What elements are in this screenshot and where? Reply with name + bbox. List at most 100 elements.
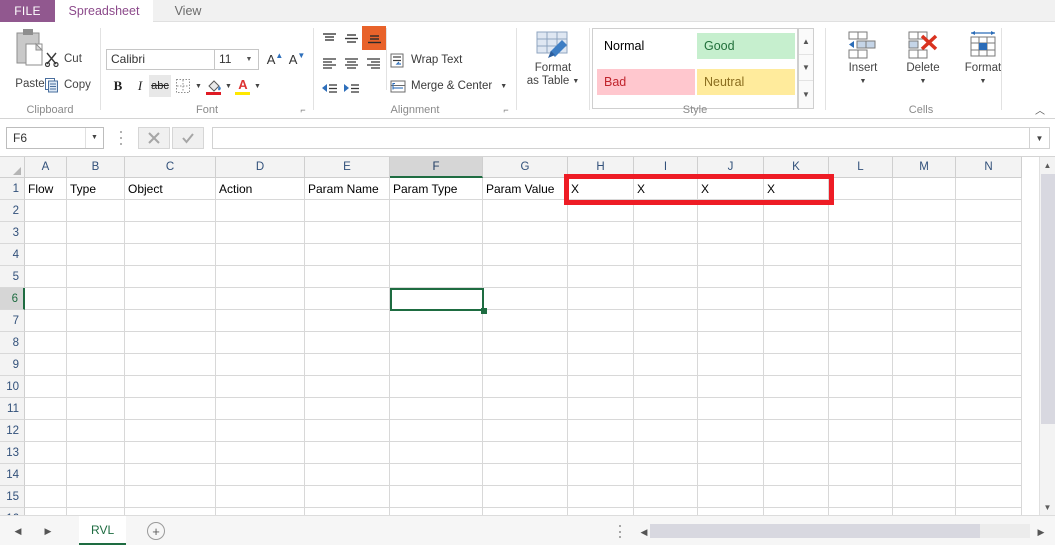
row-header-14[interactable]: 14: [0, 464, 25, 486]
cell-g1[interactable]: Param Value: [483, 178, 568, 200]
cell-h10[interactable]: [568, 376, 634, 398]
cell-k1[interactable]: X: [764, 178, 829, 200]
format-button[interactable]: Format ▼: [954, 30, 1012, 88]
cell-n9[interactable]: [956, 354, 1022, 376]
chevron-down-icon[interactable]: ▼: [980, 75, 987, 88]
scroll-down-icon[interactable]: ▼: [1040, 499, 1055, 515]
name-box[interactable]: F6 ▼: [6, 127, 104, 149]
cell-a16[interactable]: [25, 508, 67, 515]
borders-button[interactable]: [172, 75, 194, 97]
cell-e2[interactable]: [305, 200, 390, 222]
cell-k11[interactable]: [764, 398, 829, 420]
cell-d10[interactable]: [216, 376, 305, 398]
cell-h15[interactable]: [568, 486, 634, 508]
italic-button[interactable]: I: [129, 75, 151, 97]
cell-j3[interactable]: [698, 222, 764, 244]
cell-f7[interactable]: [390, 310, 483, 332]
cell-c1[interactable]: Object: [125, 178, 216, 200]
cell-e9[interactable]: [305, 354, 390, 376]
cell-h7[interactable]: [568, 310, 634, 332]
cell-l7[interactable]: [829, 310, 893, 332]
cell-c2[interactable]: [125, 200, 216, 222]
align-right-button[interactable]: [362, 53, 384, 73]
gallery-scroll-down-icon[interactable]: ▼: [799, 55, 813, 81]
cell-n1[interactable]: [956, 178, 1022, 200]
expand-formula-bar-button[interactable]: ▼: [1030, 127, 1050, 149]
row-header-13[interactable]: 13: [0, 442, 25, 464]
cell-c6[interactable]: [125, 288, 216, 310]
cell-d15[interactable]: [216, 486, 305, 508]
cell-f14[interactable]: [390, 464, 483, 486]
format-as-table-button[interactable]: Format as Table ▼: [521, 30, 585, 88]
cancel-formula-button[interactable]: [138, 127, 170, 149]
cell-h6[interactable]: [568, 288, 634, 310]
gallery-scroll-up-icon[interactable]: ▲: [799, 29, 813, 55]
cell-j8[interactable]: [698, 332, 764, 354]
cell-f10[interactable]: [390, 376, 483, 398]
cell-i1[interactable]: X: [634, 178, 698, 200]
cell-m5[interactable]: [893, 266, 956, 288]
column-header-k[interactable]: K: [764, 157, 829, 178]
cell-b12[interactable]: [67, 420, 125, 442]
cell-g2[interactable]: [483, 200, 568, 222]
cell-e5[interactable]: [305, 266, 390, 288]
cell-e13[interactable]: [305, 442, 390, 464]
horizontal-scrollbar[interactable]: [650, 524, 1030, 538]
cell-f8[interactable]: [390, 332, 483, 354]
cell-l10[interactable]: [829, 376, 893, 398]
cell-i13[interactable]: [634, 442, 698, 464]
cell-n12[interactable]: [956, 420, 1022, 442]
cell-e1[interactable]: Param Name: [305, 178, 390, 200]
row-header-16[interactable]: 16: [0, 508, 25, 515]
alignment-dialog-launcher[interactable]: ⌐: [500, 104, 512, 116]
style-bad[interactable]: Bad: [597, 69, 695, 95]
cell-d1[interactable]: Action: [216, 178, 305, 200]
cell-l15[interactable]: [829, 486, 893, 508]
cell-f3[interactable]: [390, 222, 483, 244]
cell-m7[interactable]: [893, 310, 956, 332]
cut-button[interactable]: Cut: [44, 48, 82, 70]
file-tab[interactable]: FILE: [0, 0, 55, 22]
cell-d2[interactable]: [216, 200, 305, 222]
previous-sheet-button[interactable]: ◀: [8, 522, 28, 540]
cell-g14[interactable]: [483, 464, 568, 486]
cell-k5[interactable]: [764, 266, 829, 288]
cell-l1[interactable]: [829, 178, 893, 200]
cell-e8[interactable]: [305, 332, 390, 354]
row-header-4[interactable]: 4: [0, 244, 25, 266]
cell-f1[interactable]: Param Type: [390, 178, 483, 200]
cell-i11[interactable]: [634, 398, 698, 420]
cell-c8[interactable]: [125, 332, 216, 354]
cell-i9[interactable]: [634, 354, 698, 376]
cell-g8[interactable]: [483, 332, 568, 354]
cell-h13[interactable]: [568, 442, 634, 464]
cell-b1[interactable]: Type: [67, 178, 125, 200]
column-header-e[interactable]: E: [305, 157, 390, 178]
chevron-down-icon[interactable]: ▼: [500, 83, 507, 90]
cell-l13[interactable]: [829, 442, 893, 464]
cell-c5[interactable]: [125, 266, 216, 288]
cell-m15[interactable]: [893, 486, 956, 508]
cell-l6[interactable]: [829, 288, 893, 310]
cell-e11[interactable]: [305, 398, 390, 420]
cell-i2[interactable]: [634, 200, 698, 222]
cell-a1[interactable]: Flow: [25, 178, 67, 200]
cell-d4[interactable]: [216, 244, 305, 266]
font-dialog-launcher[interactable]: ⌐: [297, 104, 309, 116]
cell-h5[interactable]: [568, 266, 634, 288]
row-header-6[interactable]: 6: [0, 288, 25, 310]
cell-h2[interactable]: [568, 200, 634, 222]
cell-n8[interactable]: [956, 332, 1022, 354]
cell-j5[interactable]: [698, 266, 764, 288]
cell-k9[interactable]: [764, 354, 829, 376]
cell-e16[interactable]: [305, 508, 390, 515]
cell-j12[interactable]: [698, 420, 764, 442]
row-header-8[interactable]: 8: [0, 332, 25, 354]
cell-a2[interactable]: [25, 200, 67, 222]
cell-c9[interactable]: [125, 354, 216, 376]
cell-e7[interactable]: [305, 310, 390, 332]
row-header-2[interactable]: 2: [0, 200, 25, 222]
cell-c11[interactable]: [125, 398, 216, 420]
cell-g13[interactable]: [483, 442, 568, 464]
column-header-c[interactable]: C: [125, 157, 216, 178]
